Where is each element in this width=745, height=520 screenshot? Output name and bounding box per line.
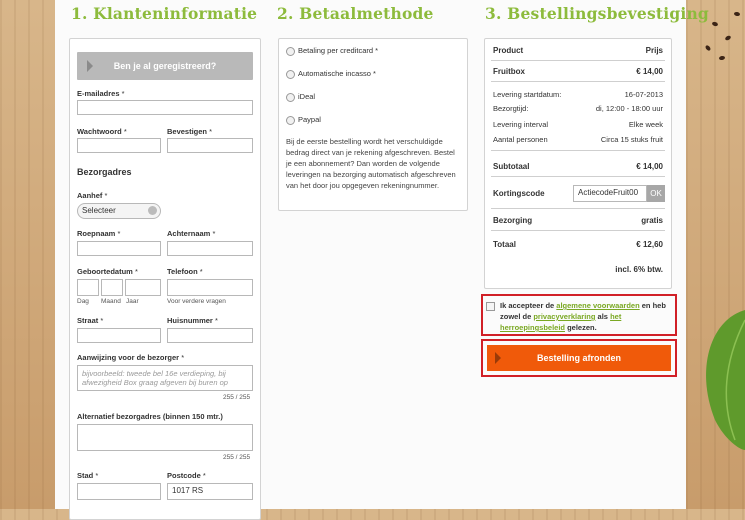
terms-link[interactable]: algemene voorwaarden <box>556 301 639 310</box>
discount-ok-button[interactable]: OK <box>647 185 665 202</box>
phone-hint: Voor verdere vragen <box>167 298 226 305</box>
day-hint: Dag <box>77 298 89 305</box>
chevron-right-icon <box>87 60 93 72</box>
postcode-label: Postcode * <box>167 471 206 480</box>
housenumber-field[interactable] <box>167 328 253 343</box>
housenumber-label: Huisnummer * <box>167 316 218 325</box>
creditcard-radio[interactable] <box>286 47 295 56</box>
registered-button-label: Ben je al geregistreerd? <box>113 61 217 71</box>
checkout-highlight: Bestelling afronden <box>481 339 677 377</box>
divider <box>491 230 665 231</box>
privacy-link[interactable]: privacyverklaring <box>533 312 595 321</box>
email-field[interactable] <box>77 100 253 115</box>
salutation-label: Aanhef * <box>77 191 108 200</box>
terms-text: Ik accepteer de algemene voorwaarden en … <box>500 301 666 332</box>
ideal-radio[interactable] <box>286 93 295 102</box>
birth-month-field[interactable] <box>101 279 123 296</box>
divider <box>491 176 665 177</box>
street-field[interactable] <box>77 328 161 343</box>
creditcard-label: Betaling per creditcard * <box>298 46 379 55</box>
confirm-password-field[interactable] <box>167 138 253 153</box>
lastname-label: Achternaam * <box>167 229 216 238</box>
divider <box>491 60 665 61</box>
birthdate-label: Geboortedatum * <box>77 267 138 276</box>
registered-button[interactable]: Ben je al geregistreerd? <box>77 52 253 80</box>
checkout-button[interactable]: Bestelling afronden <box>487 345 671 371</box>
alt-address-char-count: 255 / 255 <box>223 454 251 461</box>
divider <box>491 150 665 151</box>
customer-info-title: 1. Klanteninformatie <box>71 4 258 23</box>
password-label: Wachtwoord * <box>77 127 127 136</box>
postcode-field[interactable]: 1017 RS <box>167 483 253 500</box>
incasso-label: Automatische incasso * <box>298 69 376 78</box>
paypal-radio[interactable] <box>286 116 295 125</box>
password-field[interactable] <box>77 138 161 153</box>
product-header: Product <box>493 46 524 55</box>
customer-info-panel: Ben je al geregistreerd? E-mailadres * W… <box>69 38 261 520</box>
payment-note: Bij de eerste bestelling wordt het versc… <box>286 137 456 190</box>
city-field[interactable] <box>77 483 161 500</box>
email-label: E-mailadres * <box>77 89 125 98</box>
address-heading: Bezorgadres <box>77 167 132 177</box>
checkout-page: 1. Klanteninformatie 2. Betaalmethode 3.… <box>55 0 709 520</box>
phone-label: Telefoon * <box>167 267 203 276</box>
checkout-button-label: Bestelling afronden <box>536 353 621 363</box>
instructions-textarea[interactable]: bijvoorbeeld: tweede bel 16e verdieping,… <box>77 365 253 391</box>
firstname-field[interactable] <box>77 241 161 256</box>
leaf-decoration <box>706 310 745 450</box>
divider <box>491 81 665 82</box>
payment-panel: Betaling per creditcard * Automatische i… <box>278 38 468 211</box>
alt-address-textarea[interactable] <box>77 424 253 451</box>
order-summary-panel: Product Prijs Fruitbox € 14,00 Levering … <box>484 38 672 289</box>
divider <box>491 208 665 209</box>
ideal-label: iDeal <box>298 92 316 101</box>
confirm-password-label: Bevestigen * <box>167 127 213 136</box>
city-label: Stad * <box>77 471 99 480</box>
firstname-label: Roepnaam * <box>77 229 121 238</box>
alt-address-label: Alternatief bezorgadres (binnen 150 mtr.… <box>77 412 223 421</box>
payment-method-title: 2. Betaalmethode <box>277 4 434 23</box>
order-confirmation-title: 3. Bestellingsbevestiging <box>485 4 709 23</box>
chevron-down-icon <box>148 206 157 215</box>
birth-year-field[interactable] <box>125 279 161 296</box>
discount-code-field[interactable]: ActiecodeFruit00 <box>573 185 647 202</box>
salutation-select[interactable]: Selecteer <box>77 203 161 219</box>
terms-highlight: Ik accepteer de algemene voorwaarden en … <box>481 294 677 336</box>
price-header: Prijs <box>645 46 663 55</box>
incasso-radio[interactable] <box>286 70 295 79</box>
birth-day-field[interactable] <box>77 279 99 296</box>
year-hint: Jaar <box>126 298 139 305</box>
terms-checkbox[interactable] <box>486 302 495 311</box>
instructions-label: Aanwijzing voor de bezorger * <box>77 353 185 362</box>
phone-field[interactable] <box>167 279 253 296</box>
month-hint: Maand <box>101 298 121 305</box>
chevron-right-icon <box>495 352 501 364</box>
paypal-label: Paypal <box>298 115 321 124</box>
street-label: Straat * <box>77 316 104 325</box>
instructions-char-count: 255 / 255 <box>223 394 251 401</box>
lastname-field[interactable] <box>167 241 253 256</box>
